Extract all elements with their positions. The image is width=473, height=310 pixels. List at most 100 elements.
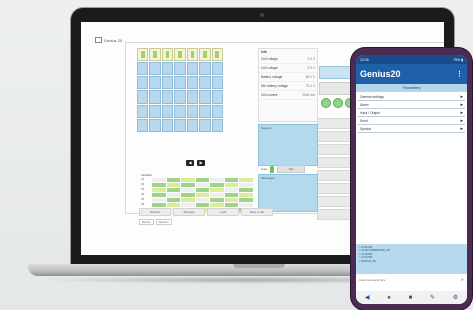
table-cell	[181, 193, 195, 197]
battery-cell	[149, 48, 161, 62]
messages-label: Messages	[261, 176, 275, 180]
row-label: V3	[141, 188, 144, 191]
battery-cell	[211, 90, 223, 104]
table-cell	[224, 203, 239, 207]
table-cell	[152, 198, 166, 202]
save-to-file-button[interactable]: Save to file	[241, 208, 273, 216]
battery-cell	[211, 104, 223, 118]
tab-session[interactable]: Session	[155, 219, 172, 225]
battery-cell	[211, 76, 223, 90]
next-button[interactable]: ▶	[197, 160, 205, 166]
battery-cell	[161, 76, 174, 90]
table-cell	[239, 203, 253, 207]
table-cell	[210, 198, 224, 202]
table-cell	[195, 198, 210, 202]
battery-cell	[149, 118, 161, 132]
refresh-button[interactable]: Refresh	[139, 208, 171, 216]
settings-list: General settings ▸ Alarm ▸ Input / Output ▸…	[356, 92, 467, 134]
laptop-notch	[233, 264, 285, 268]
table-cell	[152, 203, 166, 207]
prev-button[interactable]: ◀	[186, 160, 194, 166]
tab-device[interactable]: Device	[139, 219, 154, 225]
table-cell	[224, 193, 239, 197]
auto-toggle[interactable]	[270, 165, 275, 173]
battery-cell	[149, 62, 161, 76]
cell-grid	[137, 48, 223, 132]
info-row: Battery voltage 80.0 V	[259, 73, 317, 82]
edit-icon[interactable]: ✎	[430, 294, 435, 301]
load-button[interactable]: Load	[207, 208, 239, 216]
table-cell	[181, 198, 195, 202]
connect-icon[interactable]: ●	[387, 295, 391, 301]
battery-cell	[199, 62, 211, 76]
phone-status-bar: 12:45 75% ▮	[356, 55, 467, 64]
table-cell	[239, 183, 253, 187]
app-logo-icon	[95, 37, 102, 43]
battery-cell	[174, 76, 186, 90]
table-cell	[239, 198, 253, 202]
list-item[interactable]: Input / Output ▸	[358, 109, 465, 117]
table-cell	[181, 178, 195, 182]
list-item[interactable]: General settings ▸	[358, 93, 465, 101]
command-input[interactable]: Insert command here	[359, 278, 385, 282]
status-light-icon	[321, 98, 331, 108]
battery-cell	[149, 104, 161, 118]
stop-icon[interactable]: ■	[409, 295, 413, 301]
manage-button[interactable]: Manage	[173, 208, 205, 216]
table-row: V4	[141, 193, 253, 197]
list-item[interactable]: Alarm ▸	[358, 101, 465, 109]
table-cell	[210, 178, 224, 182]
info-row: Cell voltage 4.0 V	[259, 55, 317, 64]
table-cell	[181, 188, 195, 192]
table-cell	[152, 183, 166, 187]
table-cell	[195, 188, 210, 192]
command-input-row: Insert command here ➤	[359, 277, 464, 282]
status-battery: 75% ▮	[453, 57, 463, 62]
chevron-right-icon: ▸	[460, 125, 463, 132]
table-row: V3	[141, 188, 253, 192]
cell-table-body: V1V2V3V4V5V6V7	[141, 178, 253, 212]
battery-cell	[174, 90, 186, 104]
battery-cell	[137, 48, 149, 62]
info-row: Cell current 2000 mA	[259, 91, 317, 100]
phone-nav-bar: ◀ ● ■ ✎ ⚙	[356, 291, 467, 304]
info-row: Cell voltage 3.9 V	[259, 64, 317, 73]
battery-cell	[137, 76, 149, 90]
overflow-menu-icon[interactable]: ⋮	[456, 70, 463, 78]
set-button[interactable]: Set	[277, 165, 306, 173]
table-cell	[166, 203, 181, 207]
back-icon[interactable]: ◀	[365, 294, 370, 301]
table-row: V1	[141, 178, 253, 182]
battery-cell	[186, 62, 199, 76]
list-item[interactable]: Send ▸	[358, 117, 465, 125]
send-icon[interactable]: ➤	[461, 277, 464, 282]
battery-cell	[186, 118, 199, 132]
battery-cell	[149, 76, 161, 90]
parameters-header: Parameters	[356, 84, 467, 92]
battery-cell	[149, 90, 161, 104]
table-cell	[224, 178, 239, 182]
battery-cell	[199, 104, 211, 118]
battery-cell	[174, 62, 186, 76]
phone: 12:45 75% ▮ Genius20 ⋮ Parameters Genera…	[351, 48, 472, 310]
battery-cell	[161, 104, 174, 118]
table-cell	[239, 178, 253, 182]
camera-icon	[260, 13, 264, 17]
window-title: Genius 20	[95, 37, 122, 43]
phone-app-bar: Genius20 ⋮	[356, 64, 467, 84]
table-cell	[210, 193, 224, 197]
table-row: V5	[141, 198, 253, 202]
table-cell	[195, 203, 210, 207]
table-cell	[210, 203, 224, 207]
battery-cell	[199, 90, 211, 104]
chevron-right-icon: ▸	[460, 117, 463, 124]
battery-cell	[161, 48, 174, 62]
table-cell	[166, 193, 181, 197]
row-label: V4	[141, 193, 144, 196]
table-cell	[152, 188, 166, 192]
battery-cell	[137, 62, 149, 76]
settings-icon[interactable]: ⚙	[453, 294, 458, 301]
list-item[interactable]: Special ▸	[358, 125, 465, 133]
battery-cell	[186, 76, 199, 90]
battery-cell	[174, 48, 186, 62]
